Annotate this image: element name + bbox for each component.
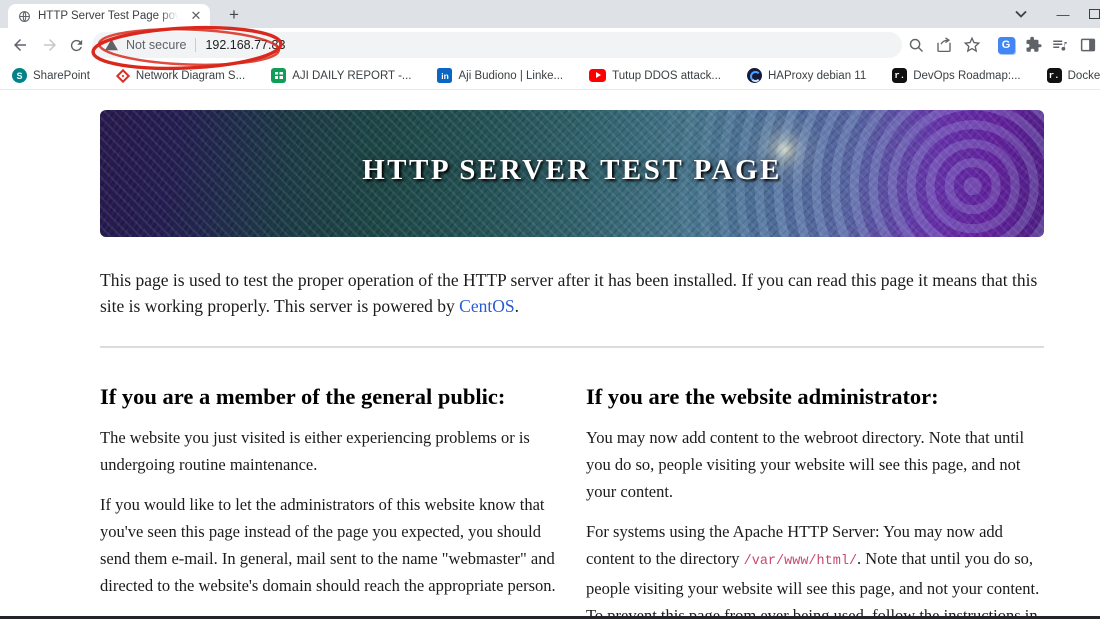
bookmark-devops-roadmap[interactable]: r. DevOps Roadmap:... [892,68,1021,83]
bookmark-network-diagram[interactable]: Network Diagram S... [115,68,246,83]
google-sheets-icon [271,68,287,83]
banner-title: HTTP SERVER TEST PAGE [362,154,782,186]
browser-window: HTTP Server Test Page powered ✕ + — Not … [0,0,1100,619]
playlist-extension-icon[interactable] [1048,33,1072,57]
new-tab-button[interactable]: + [222,4,246,28]
share-icon[interactable] [932,33,956,57]
bookmark-label: DevOps Roadmap:... [913,69,1021,82]
public-heading: If you are a member of the general publi… [100,384,506,409]
bookmark-label: SharePoint [33,69,90,82]
side-search-icon[interactable] [904,33,928,57]
tab-title-fade [160,10,178,22]
intro-text-end: . [514,295,519,316]
tab-search-chevron-icon[interactable] [1006,0,1036,28]
centos-link[interactable]: CentOS [459,296,514,316]
bookmark-label: Docker Roadmap -... [1067,69,1100,82]
address-bar[interactable]: Not secure 192.168.77.83 [92,32,902,58]
admin-heading: If you are the website administrator: [586,384,939,409]
admin-paragraph-2: For systems using the Apache HTTP Server… [586,518,1044,619]
url-text[interactable]: 192.168.77.83 [205,38,285,52]
side-panel-icon[interactable] [1076,33,1100,57]
extensions-puzzle-icon[interactable] [1022,33,1046,57]
bookmark-youtube-ddos[interactable]: Tutup DDOS attack... [589,69,721,82]
google-translate-extension-icon[interactable]: G [994,33,1018,57]
test-page-banner: HTTP SERVER TEST PAGE [100,110,1044,237]
bookmark-label: AJI DAILY REPORT -... [292,69,412,82]
sharepoint-icon: S [12,68,27,83]
tab-strip: HTTP Server Test Page powered ✕ + — [0,0,1100,28]
bookmark-label: Tutup DDOS attack... [612,69,721,82]
tab-close-icon[interactable]: ✕ [188,8,204,24]
maximize-button[interactable] [1089,9,1100,19]
linkedin-icon: in [437,68,453,83]
not-secure-warning-icon [105,39,118,51]
bookmark-aji-daily-report[interactable]: AJI DAILY REPORT -... [271,68,411,83]
globe-favicon-icon [19,10,30,22]
bookmark-label: Aji Budiono | Linke... [458,69,564,82]
tab-title: HTTP Server Test Page powered [38,10,178,22]
admin-paragraph-1: You may now add content to the webroot d… [586,428,1025,501]
divider [100,346,1044,348]
bookmark-star-icon[interactable] [960,33,984,57]
bookmarks-bar: S SharePoint Network Diagram S... AJI DA… [0,62,1100,90]
bookmark-linkedin[interactable]: in Aji Budiono | Linke... [437,68,563,83]
youtube-icon [589,69,607,82]
browser-toolbar: Not secure 192.168.77.83 G [0,28,1100,62]
intro-text: This page is used to test the proper ope… [100,270,1038,316]
roadmap-sh-icon: r. [892,68,908,83]
drawio-diamond-icon [115,68,130,83]
apache-webroot-path: /var/www/html/ [743,554,858,569]
roadmap-sh-icon: r. [1046,68,1062,83]
bookmark-docker-roadmap[interactable]: r. Docker Roadmap -... [1046,68,1100,83]
bookmark-label: HAProxy debian 11 [768,69,867,82]
public-paragraph-2: If you would like to let the administrat… [100,495,556,595]
browser-tab[interactable]: HTTP Server Test Page powered ✕ [8,4,210,28]
forward-button[interactable] [38,33,62,57]
bookmark-label: Network Diagram S... [135,69,246,82]
page-viewport: HTTP SERVER TEST PAGE This page is used … [0,90,1100,619]
admin-column: If you are the website administrator: Yo… [586,358,1044,619]
bookmark-haproxy-debian[interactable]: HAProxy debian 11 [747,68,866,83]
reload-button[interactable] [64,33,88,57]
back-button[interactable] [8,33,32,57]
minimize-button[interactable]: — [1048,0,1078,28]
haproxy-debian-icon [747,68,762,83]
address-separator [195,38,197,52]
intro-paragraph: This page is used to test the proper ope… [100,268,1044,319]
security-label: Not secure [126,38,187,52]
public-column: If you are a member of the general publi… [100,358,558,619]
bookmark-sharepoint[interactable]: S SharePoint [12,68,90,83]
public-paragraph-1: The website you just visited is either e… [100,428,530,474]
